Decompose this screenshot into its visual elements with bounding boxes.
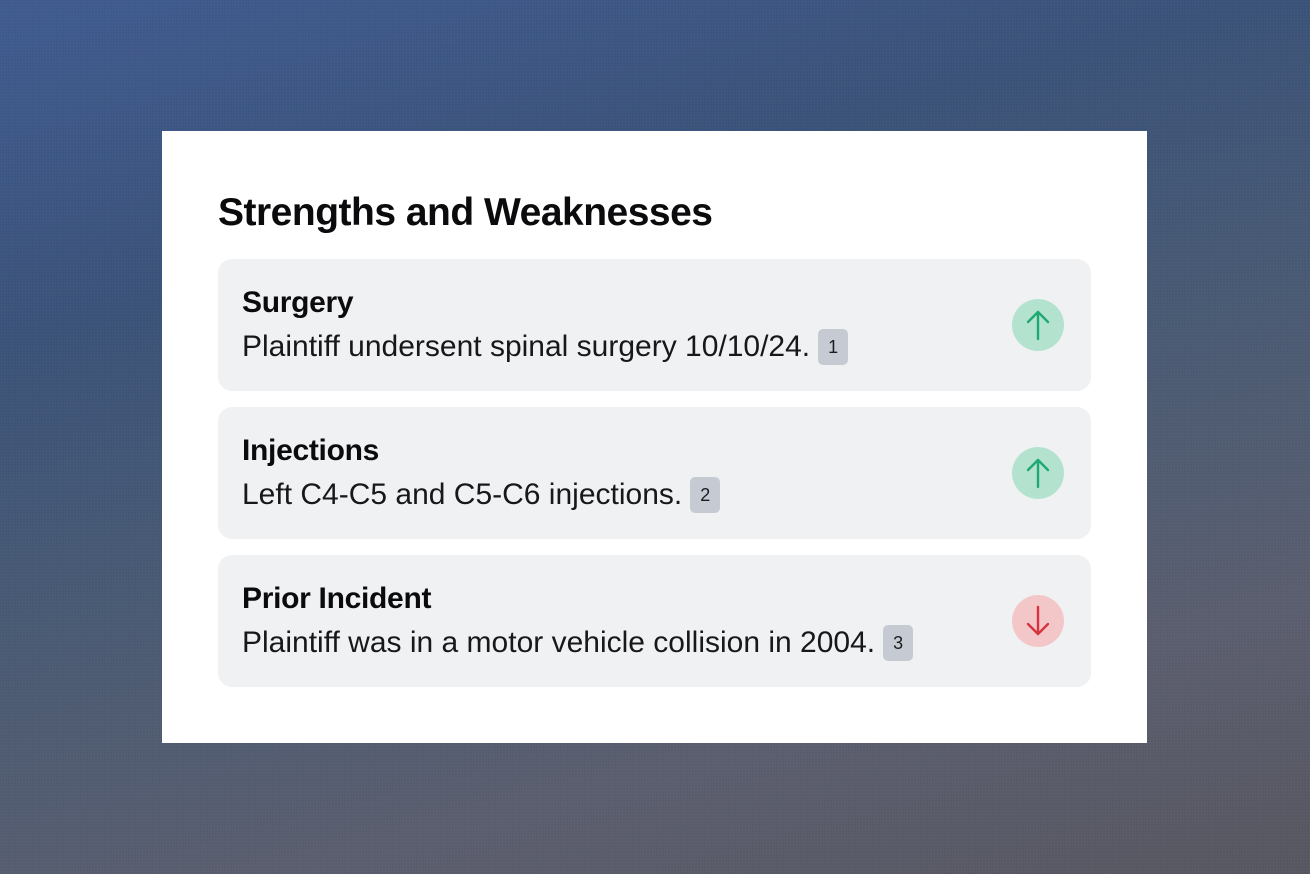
citation-badge[interactable]: 3 bbox=[883, 625, 914, 661]
card-title: Strengths and Weaknesses bbox=[218, 191, 713, 234]
citation-badge[interactable]: 2 bbox=[690, 477, 721, 513]
arrow-up-icon bbox=[1026, 310, 1050, 341]
item-title: Injections bbox=[242, 434, 380, 467]
item-description: Plaintiff undersent spinal surgery 10/10… bbox=[242, 330, 811, 363]
item-list: Surgery Plaintiff undersent spinal surge… bbox=[218, 259, 1091, 687]
item-title: Surgery bbox=[242, 286, 354, 319]
list-item-injections: Injections Left C4-C5 and C5-C6 injectio… bbox=[218, 407, 1091, 539]
strengths-weaknesses-card: Strengths and Weaknesses Surgery Plainti… bbox=[162, 131, 1147, 743]
item-title: Prior Incident bbox=[242, 582, 432, 615]
item-description-row: Left C4-C5 and C5-C6 injections. 2 bbox=[242, 475, 1067, 515]
item-description-row: Plaintiff undersent spinal surgery 10/10… bbox=[242, 327, 1067, 367]
list-item-surgery: Surgery Plaintiff undersent spinal surge… bbox=[218, 259, 1091, 391]
item-description-row: Plaintiff was in a motor vehicle collisi… bbox=[242, 623, 1067, 663]
arrow-down-icon bbox=[1026, 605, 1050, 636]
strength-indicator bbox=[1012, 299, 1064, 351]
strength-indicator bbox=[1012, 447, 1064, 499]
list-item-prior-incident: Prior Incident Plaintiff was in a motor … bbox=[218, 555, 1091, 687]
citation-badge[interactable]: 1 bbox=[818, 329, 849, 365]
arrow-up-icon bbox=[1026, 458, 1050, 489]
item-description: Plaintiff was in a motor vehicle collisi… bbox=[242, 626, 876, 659]
item-description: Left C4-C5 and C5-C6 injections. bbox=[242, 478, 683, 511]
weakness-indicator bbox=[1012, 595, 1064, 647]
